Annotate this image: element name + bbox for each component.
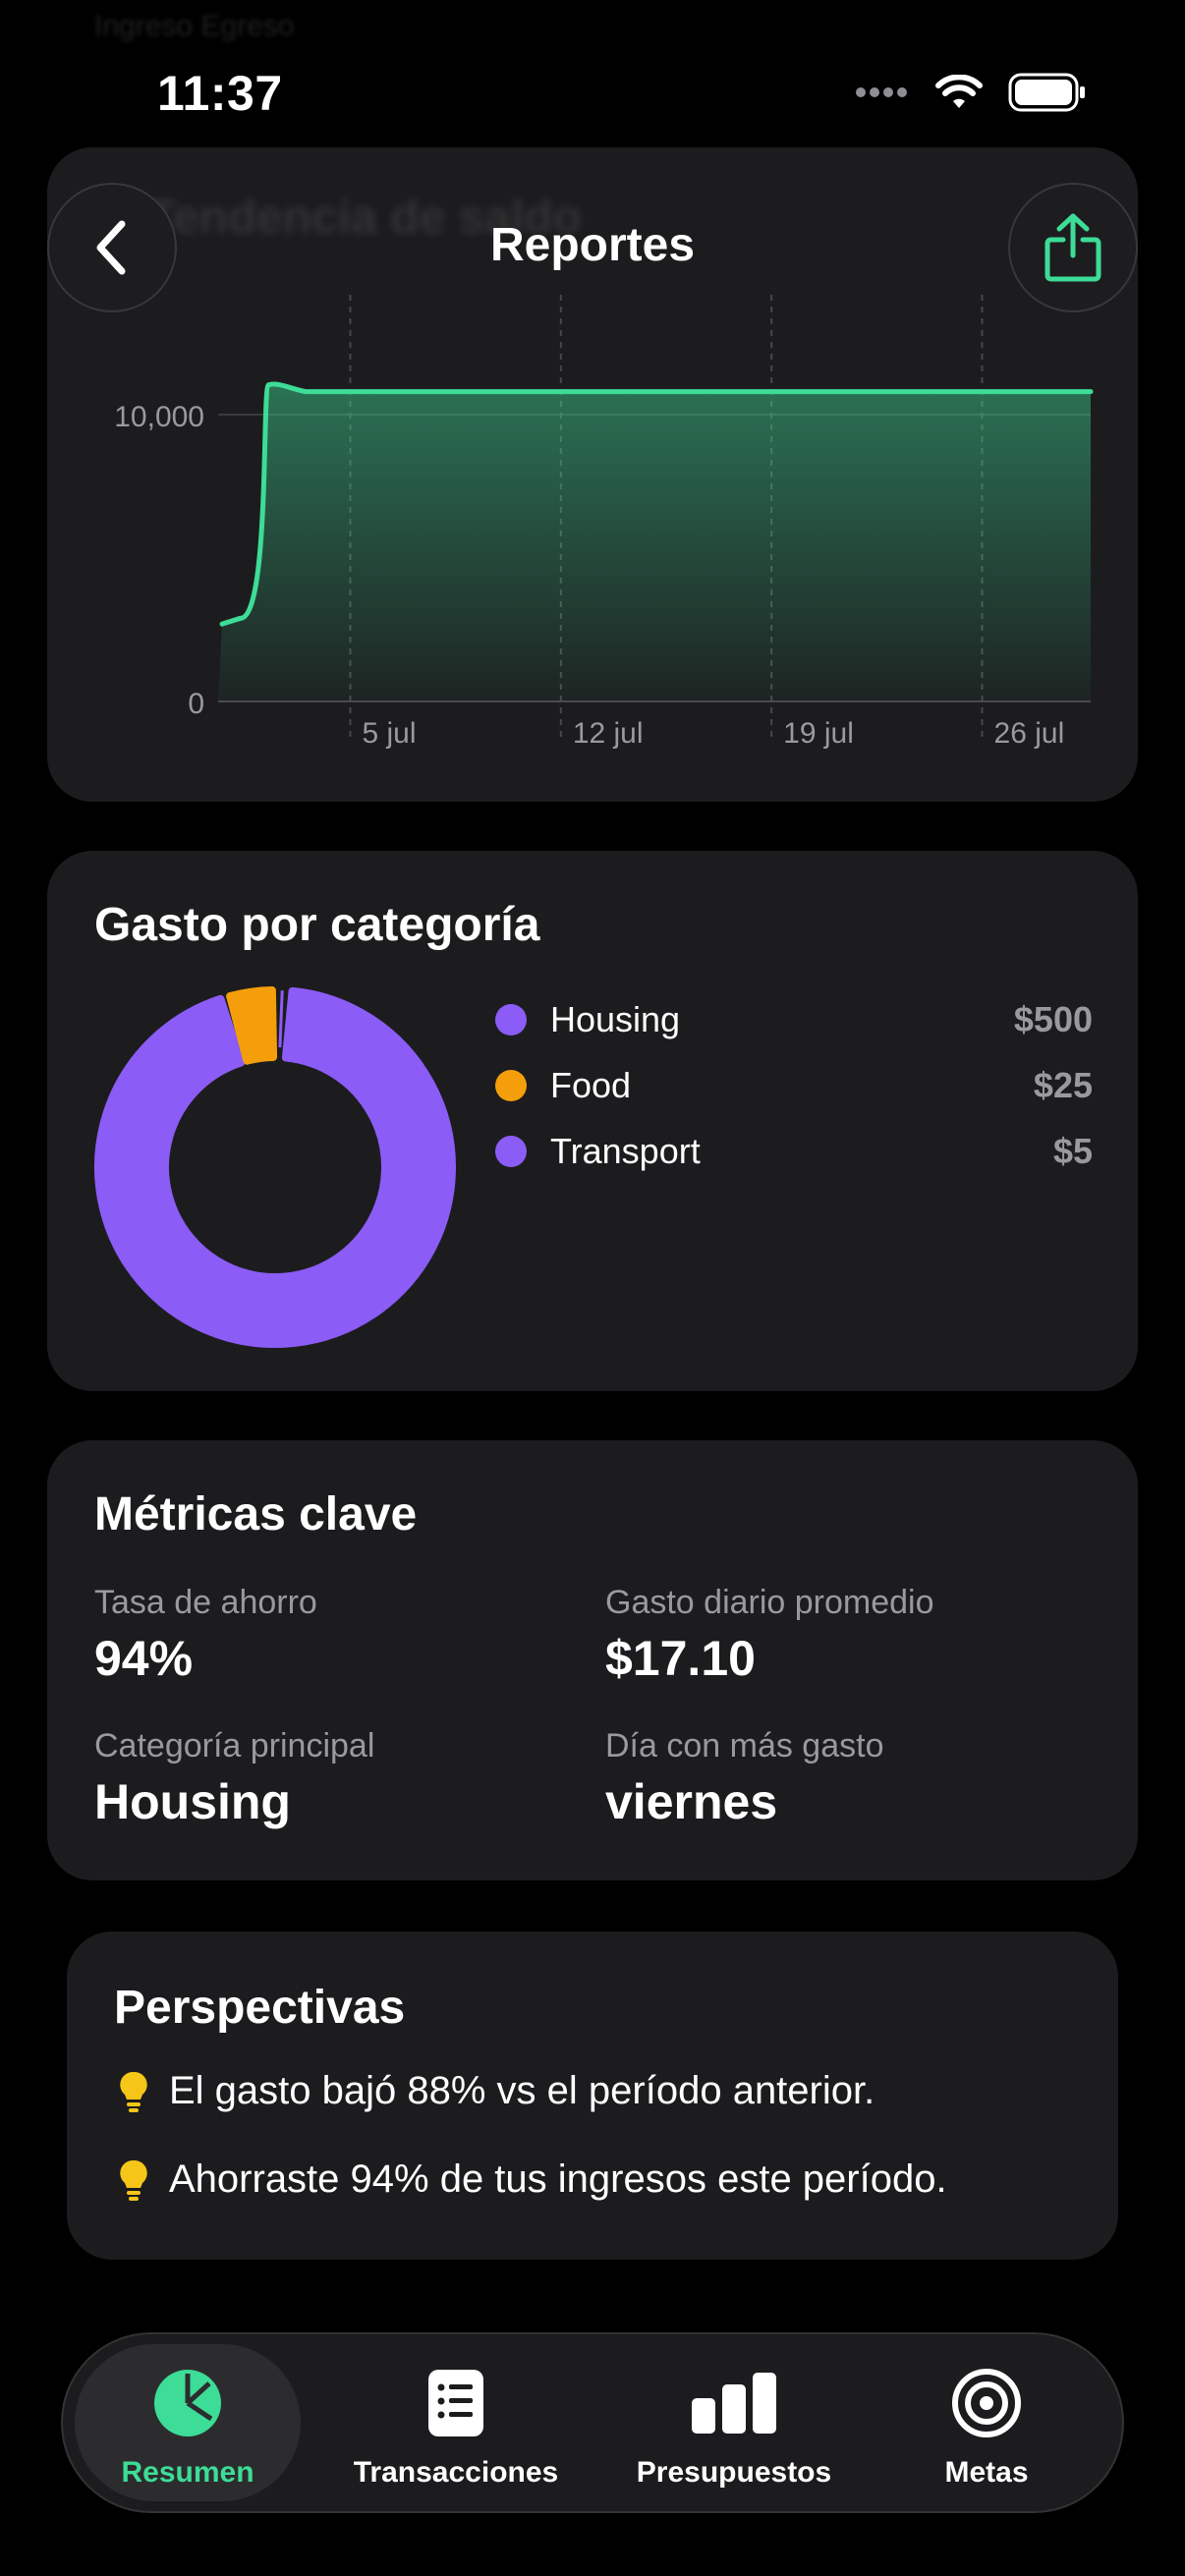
pie-chart-icon bbox=[152, 2362, 223, 2444]
legend-item-transport: Transport $5 bbox=[495, 1118, 1093, 1184]
x-tick-label: 26 jul bbox=[994, 717, 1065, 750]
lightbulb-icon bbox=[114, 2070, 153, 2113]
tab-label: Transacciones bbox=[353, 2456, 559, 2489]
insight-item: El gasto bajó 88% vs el período anterior… bbox=[114, 2069, 875, 2113]
metrics-card-title: Métricas clave bbox=[94, 1488, 418, 1540]
donut-slice-transport bbox=[278, 990, 284, 1048]
tab-presupuestos[interactable]: Presupuestos bbox=[621, 2344, 847, 2501]
x-tick-label: 5 jul bbox=[362, 717, 416, 750]
category-spending-card: Gasto por categoría Housing $500 Food $25 Tr… bbox=[47, 851, 1138, 1391]
list-icon bbox=[426, 2362, 485, 2444]
insights-card: Perspectivas El gasto bajó 88% vs el per… bbox=[67, 1932, 1118, 2260]
metric-value: viernes bbox=[605, 1774, 778, 1829]
tab-label: Presupuestos bbox=[636, 2456, 832, 2489]
category-legend: Housing $500 Food $25 Transport $5 bbox=[495, 986, 1093, 1184]
tab-label: Resumen bbox=[121, 2456, 254, 2489]
wifi-icon bbox=[935, 75, 983, 108]
category-donut-chart bbox=[94, 986, 456, 1348]
legend-amount: $5 bbox=[1052, 1130, 1093, 1171]
lightbulb-icon bbox=[114, 2158, 153, 2202]
metric-value: $17.10 bbox=[605, 1631, 756, 1686]
metric-top-spending-day: Día con más gasto viernes bbox=[605, 1727, 883, 1830]
status-icons bbox=[855, 73, 1087, 112]
x-tick-label: 19 jul bbox=[783, 717, 854, 750]
key-metrics-card: Métricas clave Tasa de ahorro 94% Gasto … bbox=[47, 1440, 1138, 1880]
metric-value: 94% bbox=[94, 1631, 194, 1686]
category-card-title: Gasto por categoría bbox=[94, 899, 540, 951]
legend-item-food: Food $25 bbox=[495, 1052, 1093, 1118]
y-tick-label: 0 bbox=[188, 688, 204, 720]
legend-item-housing: Housing $500 bbox=[495, 986, 1093, 1052]
tab-transacciones[interactable]: Transacciones bbox=[338, 2344, 574, 2501]
insights-card-title: Perspectivas bbox=[114, 1982, 406, 2034]
target-icon bbox=[951, 2362, 1022, 2444]
metric-label: Categoría principal bbox=[94, 1727, 375, 1764]
metric-value: Housing bbox=[94, 1774, 291, 1829]
status-time: 11:37 bbox=[157, 66, 283, 121]
metric-savings-rate: Tasa de ahorro 94% bbox=[94, 1584, 317, 1687]
metric-label: Día con más gasto bbox=[605, 1727, 884, 1764]
metric-daily-average: Gasto diario promedio $17.10 bbox=[605, 1584, 934, 1687]
legend-color-dot bbox=[495, 1003, 527, 1036]
legend-label: Housing bbox=[550, 998, 681, 1039]
share-button[interactable] bbox=[1008, 183, 1138, 312]
share-icon bbox=[1044, 213, 1101, 282]
y-tick-label: 10,000 bbox=[114, 401, 204, 433]
bar-chart-icon bbox=[690, 2362, 778, 2444]
legend-color-dot bbox=[495, 1069, 527, 1101]
metric-label: Gasto diario promedio bbox=[605, 1584, 934, 1621]
legend-amount: $25 bbox=[1033, 1064, 1093, 1105]
legend-amount: $500 bbox=[1013, 998, 1093, 1039]
metric-top-category: Categoría principal Housing bbox=[94, 1727, 374, 1830]
tab-label: Metas bbox=[944, 2456, 1029, 2489]
status-bar: 11:37 bbox=[0, 0, 1185, 187]
tab-metas[interactable]: Metas bbox=[898, 2344, 1075, 2501]
signal-dots-icon bbox=[856, 87, 907, 97]
legend-label: Transport bbox=[550, 1130, 701, 1171]
tab-resumen[interactable]: Resumen bbox=[75, 2344, 301, 2501]
x-tick-label: 12 jul bbox=[573, 717, 644, 750]
battery-icon bbox=[1008, 73, 1085, 112]
insight-text: El gasto bajó 88% vs el período anterior… bbox=[169, 2069, 875, 2112]
insight-item: Ahorraste 94% de tus ingresos este perío… bbox=[114, 2157, 947, 2202]
legend-label: Food bbox=[550, 1064, 632, 1105]
tab-bar: Resumen Transacciones Presupuestos Metas bbox=[61, 2332, 1124, 2513]
insight-text: Ahorraste 94% de tus ingresos este perío… bbox=[169, 2157, 947, 2201]
balance-area-fill bbox=[218, 383, 1091, 701]
metric-label: Tasa de ahorro bbox=[94, 1584, 317, 1621]
legend-color-dot bbox=[495, 1135, 527, 1167]
